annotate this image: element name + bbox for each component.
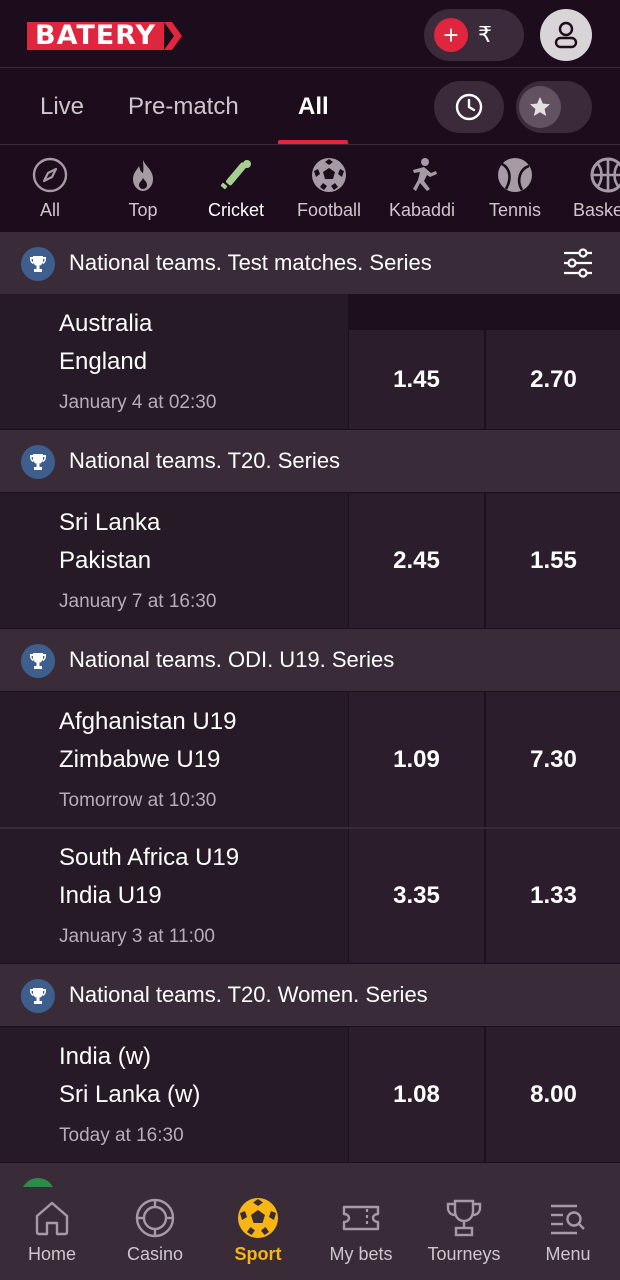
brand-name: BATERY — [27, 22, 165, 50]
match-info[interactable]: India (w) Sri Lanka (w) Today at 16:30 — [0, 1027, 348, 1162]
menu-search-icon — [551, 1204, 585, 1235]
match-row[interactable]: Sri Lanka Pakistan January 7 at 16:30 2.… — [0, 493, 620, 628]
tab-prematch[interactable]: Pre-match — [128, 93, 239, 121]
tab-all[interactable]: All — [298, 93, 329, 121]
odd-button-1[interactable]: 3.35 — [349, 829, 484, 963]
team-home: India (w) — [59, 1043, 152, 1070]
favorites-knob — [519, 86, 561, 128]
filter-sliders-icon[interactable] — [560, 246, 596, 280]
trophy-icon — [21, 644, 55, 678]
nav-tourneys[interactable]: Tourneys — [412, 1187, 516, 1280]
clock-icon — [455, 93, 483, 121]
league-header[interactable]: National teams. T20. Series — [0, 430, 620, 492]
sport-item-basketball[interactable]: Baske — [563, 146, 620, 232]
history-button[interactable] — [434, 81, 504, 133]
tab-live[interactable]: Live — [40, 93, 84, 121]
odd-button-2[interactable]: 2.70 — [486, 330, 620, 429]
match-time: Today at 16:30 — [59, 1125, 184, 1146]
nav-label: Menu — [545, 1244, 591, 1264]
bottom-navigation: Home Casino Sport My bets Tourneys Menu — [0, 1187, 620, 1280]
home-icon — [35, 1201, 69, 1236]
kabaddi-icon — [413, 158, 437, 191]
match-info[interactable]: Australia England January 4 at 02:30 — [0, 294, 348, 429]
sport-ball-icon — [238, 1198, 278, 1238]
match-time: January 4 at 02:30 — [59, 392, 217, 413]
compass-icon — [32, 157, 68, 193]
match-row[interactable]: India (w) Sri Lanka (w) Today at 16:30 1… — [0, 1027, 620, 1162]
nav-my-bets[interactable]: My bets — [309, 1187, 413, 1280]
match-info[interactable]: Sri Lanka Pakistan January 7 at 16:30 — [0, 493, 348, 628]
flag-icon — [21, 1178, 55, 1187]
match-time: January 3 at 11:00 — [59, 926, 215, 947]
event-list[interactable]: National teams. Test matches. Series 1 2… — [0, 232, 620, 1187]
cricket-icon — [220, 160, 251, 190]
odd-button-2[interactable]: 7.30 — [486, 692, 620, 827]
odd-button-2[interactable]: 8.00 — [486, 1027, 620, 1162]
nav-home[interactable]: Home — [0, 1187, 104, 1280]
trophy-icon — [21, 979, 55, 1013]
trophy-icon — [21, 247, 55, 281]
ticket-icon — [342, 1205, 380, 1231]
odd-button-1[interactable]: 1.45 — [349, 330, 484, 429]
trophy-icon — [446, 1199, 482, 1237]
nav-sport[interactable]: Sport — [206, 1187, 310, 1280]
match-row[interactable]: Australia England January 4 at 02:30 1.4… — [0, 294, 620, 429]
team-away: India U19 — [59, 882, 162, 909]
app-header: BATERY + ₹ — [0, 0, 620, 68]
odd-button-2[interactable]: 1.55 — [486, 493, 620, 628]
team-home: Sri Lanka — [59, 509, 161, 536]
match-row[interactable]: South Africa U19 India U19 January 3 at … — [0, 829, 620, 963]
league-title: National teams. ODI. U19. Series — [69, 647, 395, 672]
star-icon — [530, 97, 550, 116]
sport-label: Baske — [573, 200, 620, 220]
match-info[interactable]: South Africa U19 India U19 January 3 at … — [0, 829, 348, 963]
nav-menu[interactable]: Menu — [516, 1187, 620, 1280]
team-home: Afghanistan U19 — [59, 708, 237, 735]
match-row[interactable]: Afghanistan U19 Zimbabwe U19 Tomorrow at… — [0, 692, 620, 827]
trophy-icon — [21, 445, 55, 479]
deposit-balance-button[interactable]: + ₹ — [424, 9, 524, 61]
plus-icon: + — [434, 18, 468, 52]
league-title: National teams. T20. Series — [69, 448, 341, 473]
brand-logo[interactable]: BATERY — [27, 20, 184, 52]
favorites-toggle[interactable] — [516, 81, 592, 133]
match-info[interactable]: Afghanistan U19 Zimbabwe U19 Tomorrow at… — [0, 692, 348, 827]
league-header[interactable]: National teams. T20. Women. Series — [0, 964, 620, 1026]
currency-symbol: ₹ — [478, 22, 492, 47]
league-header[interactable]: National teams. ODI. U19. Series — [0, 629, 620, 691]
team-away: Sri Lanka (w) — [59, 1081, 201, 1108]
profile-button[interactable] — [540, 9, 592, 61]
league-header-partial[interactable] — [0, 1163, 620, 1187]
event-filter-tabs: Live Pre-match All — [0, 69, 620, 145]
sports-scroller[interactable]: All Top Cricket Football Kabaddi Tennis … — [0, 146, 620, 232]
odd-button-2[interactable]: 1.33 — [486, 829, 620, 963]
tennis-icon — [498, 158, 532, 192]
football-icon — [312, 158, 346, 192]
match-time: January 7 at 16:30 — [59, 591, 217, 612]
odd-button-1[interactable]: 1.09 — [349, 692, 484, 827]
logo-chevron-icon — [164, 22, 183, 50]
team-away: England — [59, 348, 148, 375]
team-home: Australia — [59, 310, 153, 337]
team-away: Zimbabwe U19 — [59, 746, 221, 773]
user-icon — [554, 21, 578, 49]
league-title: National teams. Test matches. Series — [69, 250, 432, 275]
match-time: Tomorrow at 10:30 — [59, 790, 217, 811]
flame-icon — [133, 160, 153, 191]
sport-item-tennis[interactable]: Tennis — [470, 146, 560, 232]
sport-label: Tennis — [488, 200, 542, 220]
odd-button-1[interactable]: 2.45 — [349, 493, 484, 628]
league-title: National teams. T20. Women. Series — [69, 982, 428, 1007]
casino-chip-icon — [135, 1198, 175, 1238]
odd-button-1[interactable]: 1.08 — [349, 1027, 484, 1162]
basketball-icon — [590, 157, 620, 193]
team-away: Pakistan — [59, 547, 152, 574]
nav-casino[interactable]: Casino — [103, 1187, 207, 1280]
active-tab-indicator — [278, 140, 348, 144]
league-header[interactable]: National teams. Test matches. Series — [0, 232, 620, 294]
team-home: South Africa U19 — [59, 844, 240, 871]
